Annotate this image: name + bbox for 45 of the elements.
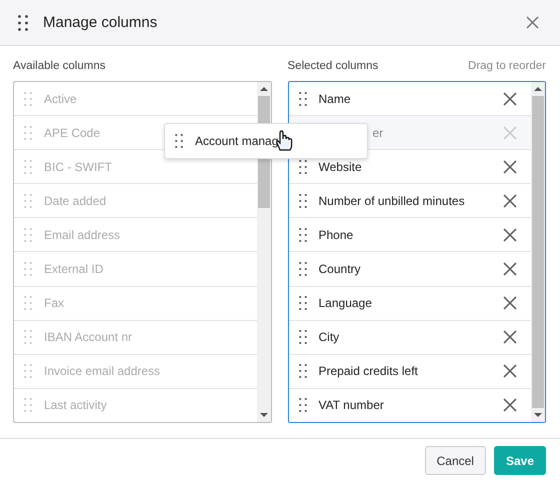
drag-handle-icon [24, 398, 32, 412]
drag-handle-icon [298, 92, 306, 106]
drag-handle-icon [24, 296, 32, 310]
drag-handle-icon [24, 364, 32, 378]
drag-handle-icon [298, 398, 306, 412]
cancel-button[interactable]: Cancel [424, 446, 486, 475]
list-item[interactable]: Language [288, 286, 531, 321]
dialog-title: Manage columns [43, 14, 158, 31]
list-item[interactable]: City [288, 320, 531, 355]
remove-icon[interactable] [503, 194, 517, 208]
drag-handle-icon [298, 262, 306, 276]
remove-icon[interactable] [503, 262, 517, 276]
drag-handle-icon [298, 228, 306, 242]
remove-icon[interactable] [503, 398, 517, 412]
list-label: Available columns [13, 60, 106, 74]
list-item[interactable]: Country [288, 252, 531, 287]
list-item[interactable]: Prepaid credits left [288, 354, 531, 389]
drag-handle-icon[interactable] [18, 14, 28, 30]
drag-handle-icon [298, 296, 306, 310]
list-label: Selected columns [288, 60, 378, 74]
drag-handle-icon [24, 330, 32, 344]
drag-handle-icon [298, 364, 306, 378]
drag-handle-icon [175, 134, 183, 148]
scrollbar[interactable] [531, 82, 545, 422]
list-item[interactable]: Phone [288, 218, 531, 252]
drag-handle-icon [24, 92, 32, 106]
remove-icon[interactable] [503, 160, 517, 174]
remove-icon[interactable] [503, 228, 517, 242]
remove-icon[interactable] [503, 92, 517, 106]
list-item[interactable]: VAT number [288, 388, 531, 422]
remove-icon[interactable] [503, 330, 517, 344]
drag-handle-icon [24, 228, 32, 242]
drag-overlay[interactable]: Account manag [164, 123, 368, 159]
drag-handle-icon [298, 330, 306, 344]
list-item[interactable]: Number of unbilled minutes [288, 184, 531, 218]
drag-handle-icon [24, 126, 32, 140]
drag-handle-icon [298, 160, 306, 174]
remove-icon[interactable] [503, 296, 517, 310]
close-icon[interactable] [526, 16, 539, 29]
drag-handle-icon [24, 160, 32, 174]
drag-handle-icon [24, 194, 32, 208]
hint-text: Drag to reorder [468, 60, 546, 74]
drag-handle-icon [298, 194, 306, 208]
remove-icon[interactable] [503, 364, 517, 378]
drag-handle-icon [24, 262, 32, 276]
